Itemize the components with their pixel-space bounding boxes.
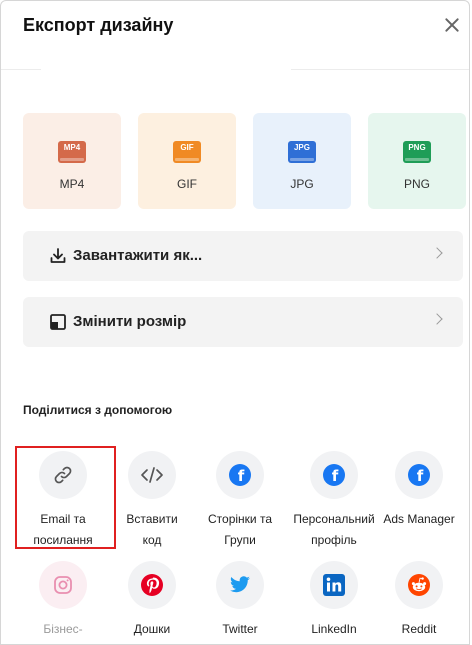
divider xyxy=(1,69,41,70)
format-options: MP4 MP4 GIF GIF JPG JPG PNG PNG xyxy=(23,113,469,209)
share-label: код xyxy=(142,533,162,547)
gif-file-icon: GIF xyxy=(173,141,201,163)
format-gif-button[interactable]: GIF GIF xyxy=(138,113,236,209)
format-label: JPG xyxy=(290,177,314,191)
share-label: Групи xyxy=(224,533,256,547)
share-section-title: Поділитися з допомогою xyxy=(23,403,173,417)
share-label: Reddit xyxy=(401,622,437,636)
facebook-icon: f xyxy=(408,464,430,486)
format-label: GIF xyxy=(177,177,197,191)
format-png-button[interactable]: PNG PNG xyxy=(368,113,466,209)
code-icon xyxy=(141,467,163,483)
jpg-file-icon: JPG xyxy=(288,141,316,163)
chevron-right-icon xyxy=(431,313,443,325)
download-as-button[interactable]: Завантажити як... xyxy=(23,231,463,281)
mp4-file-icon: MP4 xyxy=(58,141,86,163)
chevron-right-icon xyxy=(431,247,443,259)
share-label: Ads Manager xyxy=(383,512,455,526)
facebook-icon: f xyxy=(229,464,251,486)
download-as-label: Завантажити як... xyxy=(73,247,203,264)
dialog-header: Експорт дизайну xyxy=(1,1,469,53)
twitter-icon xyxy=(230,576,250,593)
share-label: Дошки xyxy=(133,622,171,636)
share-label: Сторінки та xyxy=(208,512,272,526)
linkedin-icon xyxy=(323,574,345,596)
instagram-icon xyxy=(54,576,72,594)
export-dialog: Експорт дизайну MP4 MP4 GIF GIF JPG JPG … xyxy=(0,0,470,645)
download-icon xyxy=(50,248,66,263)
format-jpg-button[interactable]: JPG JPG xyxy=(253,113,351,209)
facebook-icon: f xyxy=(323,464,345,486)
share-label: Вставити xyxy=(126,512,178,526)
png-file-icon: PNG xyxy=(403,141,431,163)
format-label: PNG xyxy=(403,177,430,191)
format-label: MP4 xyxy=(59,177,85,191)
share-label: Бізнес- xyxy=(43,622,83,636)
resize-label: Змінити розмір xyxy=(73,313,187,330)
resize-button[interactable]: Змінити розмір xyxy=(23,297,463,347)
share-label: Twitter xyxy=(222,622,258,636)
pinterest-icon xyxy=(141,574,163,596)
close-icon[interactable] xyxy=(441,14,463,36)
divider xyxy=(291,69,469,70)
share-label: профіль xyxy=(311,533,357,547)
dialog-title: Експорт дизайну xyxy=(23,15,174,35)
resize-icon xyxy=(50,314,66,330)
format-mp4-button[interactable]: MP4 MP4 xyxy=(23,113,121,209)
highlight-box xyxy=(15,446,116,549)
reddit-icon xyxy=(408,574,430,596)
